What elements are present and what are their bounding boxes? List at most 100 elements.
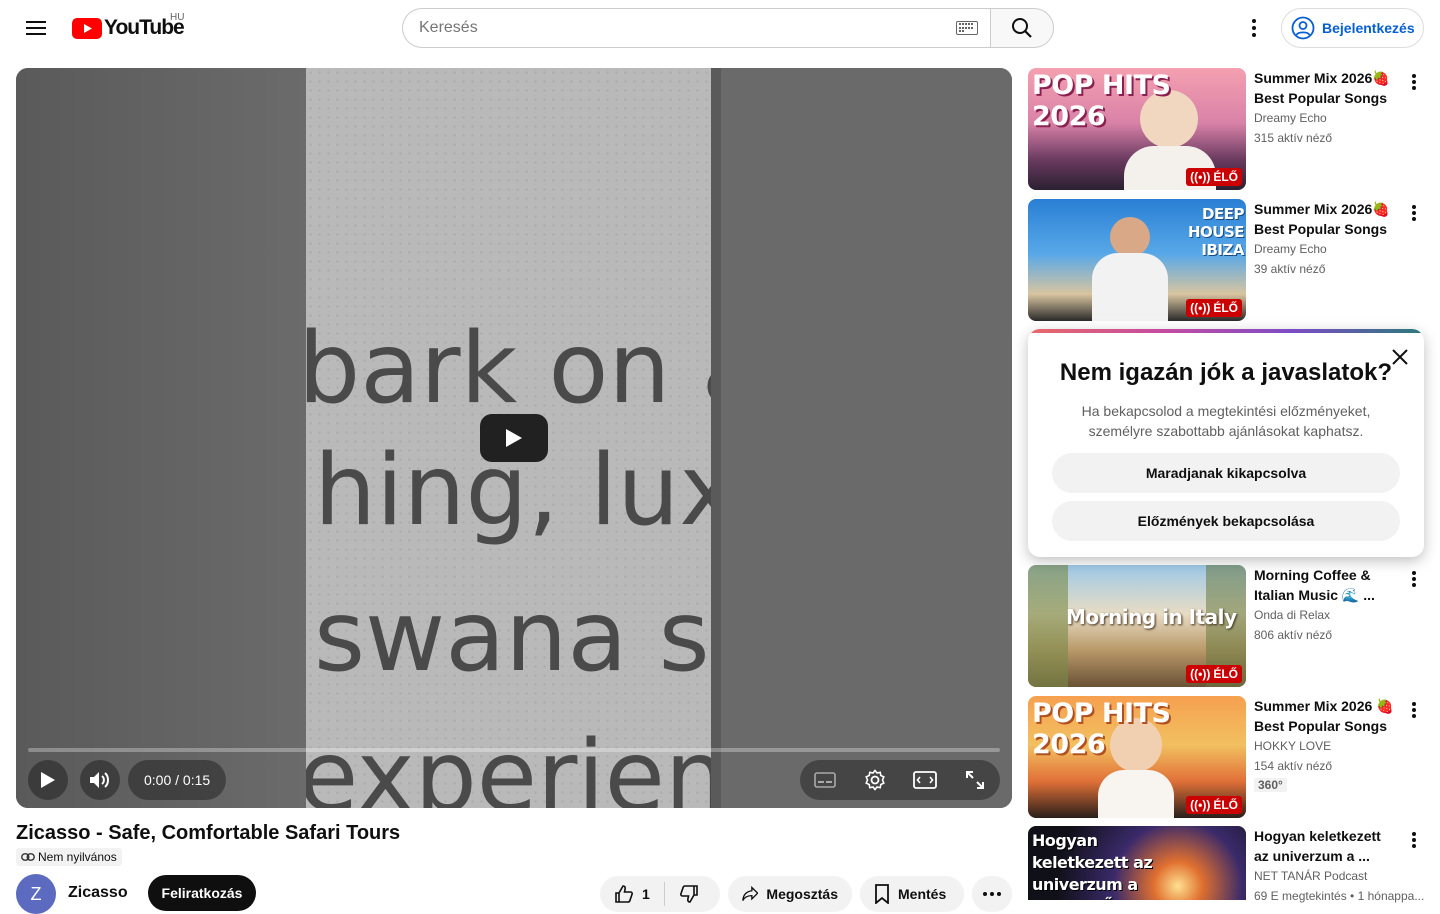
- link-icon: [21, 853, 35, 861]
- recommendation-title[interactable]: Summer Mix 2026🍓 Best Popular Songs ...: [1254, 199, 1396, 239]
- signin-label: Bejelentkezés: [1322, 20, 1415, 36]
- recommendation-meta: 806 aktív néző: [1254, 628, 1333, 642]
- share-icon: [742, 885, 759, 901]
- recommendation-info: Hogyan keletkezett az univerzum a ... NE…: [1254, 826, 1424, 906]
- account-icon: [1291, 16, 1315, 40]
- thumbnail-figure: [1092, 253, 1168, 321]
- youtube-play-logo-icon: [72, 17, 102, 39]
- recommendation-channel[interactable]: Onda di Relax: [1254, 605, 1396, 625]
- search-button[interactable]: [990, 8, 1054, 48]
- video-thumbnail[interactable]: POP HITS 2026 ((•)) ÉLŐ: [1028, 68, 1246, 190]
- recommendation-meta: 69 E megtekintés • 1 hónappa...: [1254, 889, 1424, 903]
- gear-icon: [865, 769, 885, 791]
- recommendation-item[interactable]: Hogyan keletkezett az univerzum a SEMMIB…: [1028, 826, 1424, 903]
- recommendation-channel[interactable]: NET TANÁR Podcast: [1254, 866, 1396, 886]
- recommendation-channel[interactable]: HOKKY LOVE: [1254, 736, 1396, 756]
- signin-button[interactable]: Bejelentkezés: [1281, 8, 1424, 48]
- channel-avatar[interactable]: Z: [16, 874, 56, 914]
- recommendation-item[interactable]: POP HITS 2026 ((•)) ÉLŐ Summer Mix 2026 🍓…: [1028, 696, 1424, 820]
- live-icon: ((•)): [1190, 667, 1211, 681]
- search-input[interactable]: [419, 19, 956, 37]
- keep-off-button[interactable]: Maradjanak kikapcsolva: [1052, 453, 1400, 493]
- save-button[interactable]: Mentés: [860, 876, 964, 912]
- theater-icon: [913, 771, 937, 789]
- play-button[interactable]: [28, 760, 68, 800]
- dislike-icon[interactable]: [679, 884, 699, 904]
- recommendation-channel[interactable]: Dreamy Echo: [1254, 108, 1396, 128]
- live-badge: ((•)) ÉLŐ: [1186, 665, 1242, 683]
- video-title: Zicasso - Safe, Comfortable Safari Tours: [16, 822, 401, 844]
- time-total: 0:15: [182, 772, 211, 788]
- more-actions-button[interactable]: [972, 876, 1012, 912]
- volume-icon: [90, 772, 109, 788]
- video-overlay-line: experienc: [306, 720, 711, 808]
- menu-icon[interactable]: [16, 8, 56, 48]
- recommendation-meta: 315 aktív néző: [1254, 131, 1333, 145]
- privacy-label: Nem nyilvános: [38, 850, 117, 864]
- thumbnail-figure: [1098, 770, 1174, 818]
- live-icon: ((•)): [1190, 301, 1211, 315]
- settings-button[interactable]: [855, 760, 895, 800]
- progress-bar[interactable]: [28, 748, 1000, 752]
- thumbnail-text: POP HITS 2026: [1032, 70, 1171, 132]
- subtitles-button[interactable]: [805, 760, 845, 800]
- privacy-badge: Nem nyilvános: [16, 848, 122, 866]
- history-suggestion-dialog: Nem igazán jók a javaslatok? Ha bekapcso…: [1028, 329, 1424, 557]
- video-thumbnail[interactable]: Hogyan keletkezett az univerzum a SEMMIB…: [1028, 826, 1246, 900]
- fullscreen-button[interactable]: [955, 760, 995, 800]
- large-play-button[interactable]: [480, 414, 548, 462]
- thumbnail-figure: [1110, 217, 1150, 257]
- top-bar: YouTube HU Bejelentkezés: [0, 0, 1440, 56]
- thumbnail-text: DEEP HOUSE IBIZA: [1187, 205, 1245, 259]
- recommendation-title[interactable]: Summer Mix 2026 🍓 Best Popular Songs ...: [1254, 696, 1396, 736]
- live-badge: ((•)) ÉLŐ: [1186, 168, 1242, 186]
- right-controls: [800, 760, 1000, 800]
- more-vert-icon[interactable]: [1404, 830, 1424, 850]
- video-thumbnail[interactable]: Morning in Italy ((•)) ÉLŐ: [1028, 565, 1246, 687]
- share-button[interactable]: Megosztás: [728, 876, 852, 912]
- play-icon: [506, 429, 522, 447]
- keyboard-icon[interactable]: [956, 21, 978, 35]
- recommendation-title[interactable]: Hogyan keletkezett az univerzum a ...: [1254, 826, 1396, 866]
- video-overlay-line: bark on a: [306, 312, 711, 426]
- recommendation-info: Summer Mix 2026🍓 Best Popular Songs ... …: [1254, 68, 1396, 148]
- subscribe-button[interactable]: Feliratkozás: [148, 875, 256, 911]
- live-badge: ((•)) ÉLŐ: [1186, 299, 1242, 317]
- more-vert-icon[interactable]: [1404, 700, 1424, 720]
- channel-name[interactable]: Zicasso: [68, 884, 128, 902]
- turn-on-history-button[interactable]: Előzmények bekapcsolása: [1052, 501, 1400, 541]
- video-player[interactable]: bark on a hing, luxu swana sa experienc …: [16, 68, 1012, 808]
- dialog-text: Ha bekapcsolod a megtekintési előzmények…: [1081, 403, 1371, 439]
- video-thumbnail[interactable]: POP HITS 2026 ((•)) ÉLŐ: [1028, 696, 1246, 818]
- live-label: ÉLŐ: [1213, 170, 1238, 184]
- more-vert-icon[interactable]: [1404, 569, 1424, 589]
- settings-more-icon[interactable]: [1236, 10, 1272, 46]
- live-label: ÉLŐ: [1213, 667, 1238, 681]
- recommendation-item[interactable]: DEEP HOUSE IBIZA ((•)) ÉLŐ Summer Mix 202…: [1028, 199, 1424, 321]
- more-vert-icon[interactable]: [1404, 72, 1424, 92]
- recommendation-item[interactable]: POP HITS 2026 ((•)) ÉLŐ Summer Mix 2026🍓 …: [1028, 68, 1424, 190]
- time-separator: /: [175, 772, 180, 788]
- search-bar: [402, 8, 1054, 48]
- recommendation-item[interactable]: Morning in Italy ((•)) ÉLŐ Morning Coffee…: [1028, 565, 1424, 687]
- video-thumbnail[interactable]: DEEP HOUSE IBIZA ((•)) ÉLŐ: [1028, 199, 1246, 321]
- recommendation-title[interactable]: Summer Mix 2026🍓 Best Popular Songs ...: [1254, 68, 1396, 108]
- recommendation-info: Summer Mix 2026 🍓 Best Popular Songs ...…: [1254, 696, 1396, 794]
- recommendation-title[interactable]: Morning Coffee & Italian Music 🌊 ...: [1254, 565, 1396, 605]
- subtitles-icon: [814, 772, 836, 788]
- volume-button[interactable]: [80, 760, 120, 800]
- more-vert-icon[interactable]: [1404, 203, 1424, 223]
- time-display: 0:00 / 0:15: [128, 760, 227, 800]
- recommendation-meta: 39 aktív néző: [1254, 262, 1326, 276]
- like-icon[interactable]: [614, 884, 634, 904]
- search-icon: [1012, 18, 1032, 38]
- more-horizontal-icon: [983, 892, 1001, 896]
- recommendation-info: Summer Mix 2026🍓 Best Popular Songs ... …: [1254, 199, 1396, 279]
- theater-mode-button[interactable]: [905, 760, 945, 800]
- search-box: [402, 8, 990, 48]
- dialog-title: Nem igazán jók a javaslatok?: [1059, 359, 1393, 386]
- youtube-logo[interactable]: YouTube: [72, 16, 185, 40]
- recommendation-channel[interactable]: Dreamy Echo: [1254, 239, 1396, 259]
- thumbnail-foliage: [1028, 565, 1068, 687]
- 360-badge: 360°: [1254, 778, 1287, 792]
